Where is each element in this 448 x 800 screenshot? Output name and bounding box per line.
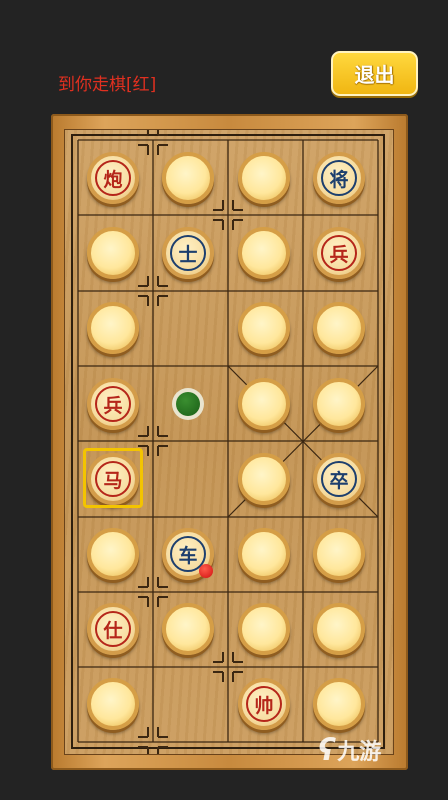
face-down-piece[interactable] — [87, 528, 139, 580]
face-down-piece[interactable] — [238, 227, 290, 279]
piece-label: 士 — [170, 235, 206, 271]
face-down-piece[interactable] — [238, 378, 290, 430]
logo-icon: ʕ — [318, 732, 336, 768]
blue-advisor-piece[interactable]: 士 — [162, 227, 214, 279]
last-move-indicator — [199, 564, 213, 578]
turn-status-text: 到你走棋[红] — [58, 75, 157, 95]
board-grid — [71, 130, 385, 754]
face-down-piece[interactable] — [162, 603, 214, 655]
piece-label: 将 — [321, 160, 357, 196]
face-down-piece[interactable] — [238, 302, 290, 354]
piece-label: 兵 — [95, 386, 131, 422]
face-down-piece[interactable] — [87, 678, 139, 730]
blue-general-piece[interactable]: 将 — [313, 152, 365, 204]
red-advisor-piece[interactable]: 仕 — [87, 603, 139, 655]
face-down-piece[interactable] — [238, 152, 290, 204]
watermark-logo: ʕ 九游 — [318, 728, 438, 772]
logo-text: 九游 — [337, 740, 382, 765]
face-down-piece[interactable] — [313, 378, 365, 430]
piece-label: 炮 — [95, 160, 131, 196]
face-down-piece[interactable] — [162, 152, 214, 204]
piece-label: 仕 — [95, 611, 131, 647]
blue-pawn-piece[interactable]: 卒 — [313, 453, 365, 505]
piece-label: 兵 — [321, 235, 357, 271]
face-down-piece[interactable] — [313, 678, 365, 730]
face-down-piece[interactable] — [238, 603, 290, 655]
selected-piece-highlight — [83, 448, 143, 508]
move-target-marker[interactable] — [172, 388, 204, 420]
exit-button[interactable]: 退出 — [331, 51, 418, 96]
red-cannon-piece[interactable]: 炮 — [87, 152, 139, 204]
face-down-piece[interactable] — [238, 453, 290, 505]
face-down-piece[interactable] — [313, 603, 365, 655]
face-down-piece[interactable] — [87, 227, 139, 279]
piece-label: 帅 — [246, 686, 282, 722]
piece-label: 卒 — [321, 461, 357, 497]
face-down-piece[interactable] — [313, 302, 365, 354]
red-soldier-piece[interactable]: 兵 — [313, 227, 365, 279]
red-soldier-piece[interactable]: 兵 — [87, 378, 139, 430]
face-down-piece[interactable] — [87, 302, 139, 354]
face-down-piece[interactable] — [313, 528, 365, 580]
red-marshal-piece[interactable]: 帅 — [238, 678, 290, 730]
face-down-piece[interactable] — [238, 528, 290, 580]
game-board[interactable] — [65, 130, 393, 754]
